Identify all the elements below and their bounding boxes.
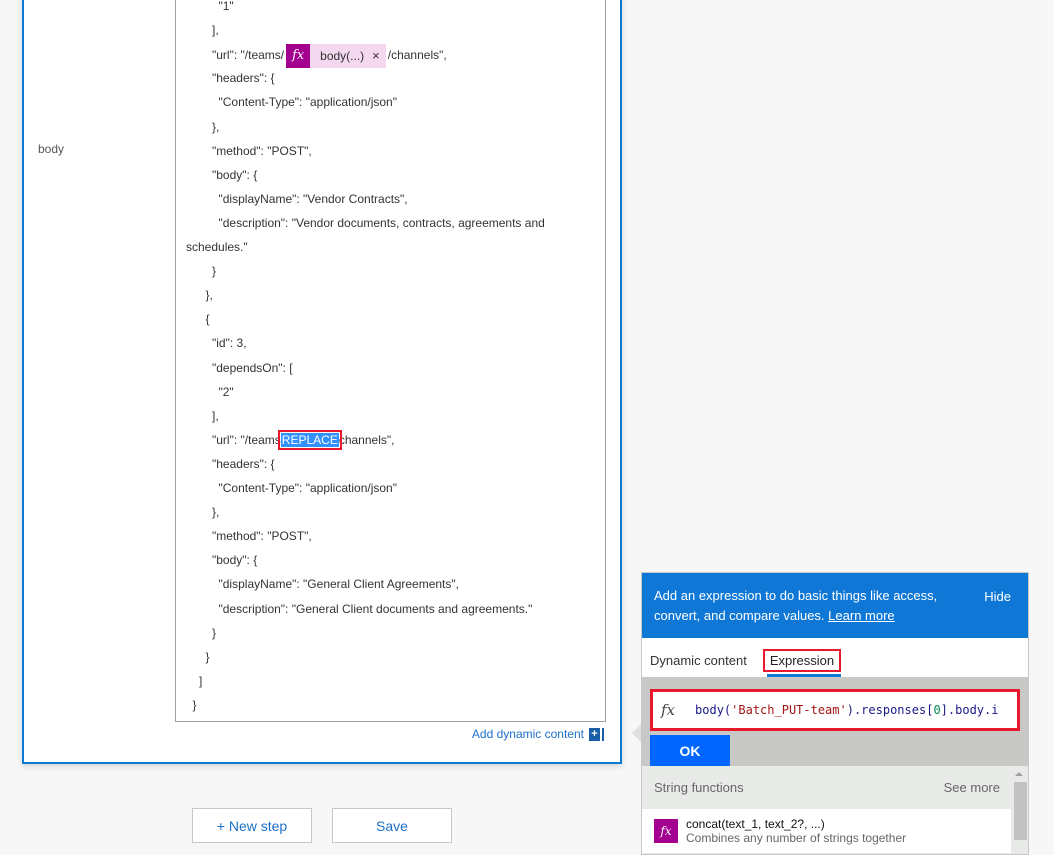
panel-pointer: [632, 724, 641, 742]
editor-line: "Content-Type": "application/json": [218, 95, 397, 110]
hide-button[interactable]: Hide: [984, 587, 1011, 607]
editor-line: }: [212, 625, 217, 640]
editor-line: }: [205, 649, 210, 664]
scrollbar[interactable]: [1011, 766, 1027, 854]
editor-line: }: [212, 264, 217, 279]
fx-icon: fx: [654, 819, 678, 843]
tab-dynamic-content[interactable]: Dynamic content: [650, 653, 751, 677]
plus-icon: +: [589, 727, 602, 741]
body-field-label: body: [38, 142, 65, 156]
editor-line: ],: [212, 408, 219, 423]
ok-button[interactable]: OK: [650, 735, 730, 767]
editor-line: "displayName": "Vendor Contracts",: [218, 191, 408, 206]
function-name: concat(text_1, text_2?, ...): [686, 817, 825, 831]
expression-input-box[interactable]: fx body('Batch_PUT-team').responses[0].b…: [650, 689, 1020, 731]
tab-label: Expression: [762, 649, 842, 672]
save-button[interactable]: Save: [332, 808, 452, 843]
expression-token: ].body.i: [940, 703, 999, 717]
expression-input[interactable]: body('Batch_PUT-team').responses[0].body…: [695, 703, 998, 717]
editor-line: "description": "Vendor documents, contra…: [218, 215, 545, 230]
panel-description: Add an expression to do basic things lik…: [654, 586, 954, 626]
add-dynamic-content-label: Add dynamic content: [471, 727, 584, 741]
editor-line: }: [192, 697, 197, 712]
new-step-button[interactable]: + New step: [192, 808, 312, 843]
editor-line: },: [212, 119, 220, 134]
learn-more-link[interactable]: Learn more: [828, 608, 894, 623]
editor-line: "method": "POST",: [212, 143, 312, 158]
editor-line: "dependsOn": [: [212, 360, 293, 375]
editor-line: ],: [212, 23, 219, 38]
editor-line: {: [205, 312, 210, 327]
editor-line: "id": 3,: [212, 336, 247, 351]
function-item[interactable]: fx concat(text_1, text_2?, ...) Combines…: [642, 809, 1011, 853]
editor-line: "2": [218, 384, 234, 399]
editor-line: },: [212, 505, 220, 520]
fx-icon: fx: [661, 701, 676, 719]
scrollbar-thumb[interactable]: [1014, 782, 1027, 840]
section-header: String functions See more: [642, 766, 1028, 809]
expression-token: ).responses[: [846, 703, 934, 717]
tab-label: Dynamic content: [650, 653, 747, 668]
section-title: String functions: [654, 780, 744, 795]
editor-line: "headers": {: [212, 456, 275, 471]
expression-token: body(: [695, 703, 732, 717]
editor-line: "headers": {: [212, 71, 275, 86]
add-dynamic-content-link[interactable]: Add dynamic content +: [472, 727, 602, 741]
function-list: String functions See more fx concat(text…: [642, 766, 1028, 854]
remove-token-icon[interactable]: ×: [372, 46, 380, 66]
token-label: body(...) ×: [310, 44, 386, 69]
expression-panel: Add an expression to do basic things lik…: [641, 572, 1029, 855]
action-card: body "1"], "url": "/teams/fx body(...) ×/ch…: [22, 0, 622, 764]
body-editor[interactable]: "1"], "url": "/teams/fx body(...) ×/channel…: [175, 0, 606, 722]
expression-token: 'Batch_PUT-team': [731, 703, 847, 717]
scroll-up-icon[interactable]: [1015, 772, 1023, 776]
dynamic-token[interactable]: fx body(...) ×: [286, 44, 386, 69]
editor-line: "url": "/teams/fx body(...) ×/channels",: [212, 44, 447, 69]
panel-description-text: Add an expression to do basic things lik…: [654, 588, 938, 623]
editor-line: "body": {: [212, 553, 258, 568]
editor-line: "method": "POST",: [212, 529, 312, 544]
editor-line: "1": [218, 0, 234, 13]
tab-expression[interactable]: Expression: [762, 649, 842, 677]
see-more-link[interactable]: See more: [944, 780, 1000, 795]
editor-line: "body": {: [212, 167, 258, 182]
editor-line: "Content-Type": "application/json": [218, 481, 397, 495]
expression-token: 0: [933, 703, 941, 717]
editor-line: },: [205, 288, 213, 303]
editor-line: "description": "General Client documents…: [218, 601, 533, 616]
panel-tabs: Dynamic content Expression: [642, 638, 1028, 677]
selected-text[interactable]: REPLACE: [277, 429, 342, 450]
editor-line: ]: [199, 673, 203, 688]
editor-line: schedules.": [186, 240, 248, 254]
editor-line: "url": "/teamsREPLACEchannels",: [212, 429, 395, 450]
editor-line: "displayName": "General Client Agreement…: [218, 577, 459, 592]
function-description: Combines any number of strings together: [686, 831, 907, 845]
panel-header: Add an expression to do basic things lik…: [642, 573, 1028, 638]
fx-icon: fx: [286, 44, 311, 69]
